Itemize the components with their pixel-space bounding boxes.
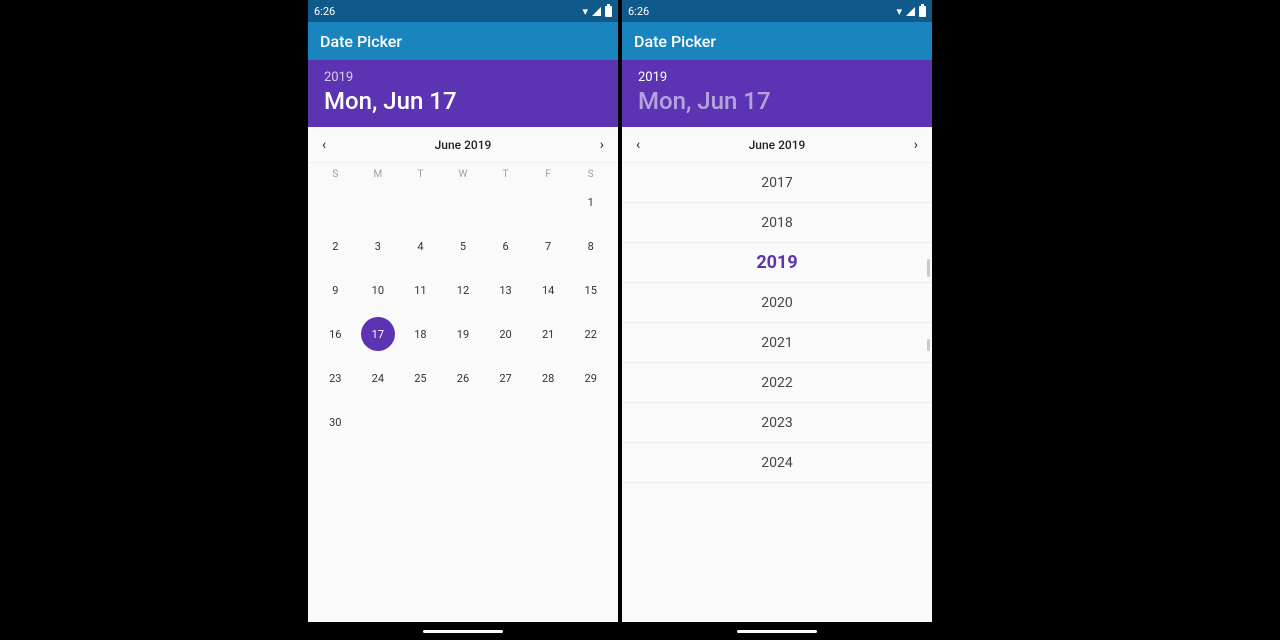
app-bar: Date Picker: [622, 22, 932, 60]
year-option[interactable]: 2017: [622, 163, 932, 203]
calendar-day[interactable]: 13: [484, 268, 527, 312]
calendar-day[interactable]: 10: [357, 268, 400, 312]
calendar-empty-cell: [357, 180, 400, 224]
next-month-button[interactable]: ›: [596, 134, 608, 156]
calendar-day[interactable]: 6: [484, 224, 527, 268]
dow-label: T: [399, 169, 442, 180]
scroll-indicator: [927, 339, 930, 351]
battery-icon: [919, 6, 926, 17]
status-icons: ▾: [896, 5, 926, 18]
calendar-day[interactable]: 18: [399, 312, 442, 356]
calendar-day[interactable]: 21: [527, 312, 570, 356]
prev-month-button[interactable]: ‹: [632, 134, 644, 156]
month-nav: ‹ June 2019 ›: [622, 127, 932, 163]
header-year[interactable]: 2019: [638, 70, 916, 85]
scroll-indicator: [927, 259, 930, 277]
month-label: June 2019: [435, 138, 492, 152]
calendar-empty-cell: [399, 180, 442, 224]
dow-label: S: [569, 169, 612, 180]
calendar-day[interactable]: 12: [442, 268, 485, 312]
signal-icon: [906, 7, 915, 16]
status-time: 6:26: [628, 5, 649, 18]
calendar-day[interactable]: 30: [314, 400, 357, 444]
nav-pill: [423, 630, 503, 633]
android-nav-bar: [622, 622, 932, 640]
calendar-day[interactable]: 1: [569, 180, 612, 224]
month-nav: ‹ June 2019 ›: [308, 127, 618, 163]
calendar-day[interactable]: 11: [399, 268, 442, 312]
year-option[interactable]: 2024: [622, 443, 932, 483]
header-year[interactable]: 2019: [324, 70, 602, 85]
calendar-day[interactable]: 14: [527, 268, 570, 312]
wifi-icon: ▾: [896, 5, 902, 18]
date-header: 2019 Mon, Jun 17: [308, 60, 618, 127]
header-date[interactable]: Mon, Jun 17: [638, 87, 916, 115]
dow-label: F: [527, 169, 570, 180]
date-header: 2019 Mon, Jun 17: [622, 60, 932, 127]
year-option[interactable]: 2020: [622, 283, 932, 323]
header-date[interactable]: Mon, Jun 17: [324, 87, 602, 115]
calendar-empty-cell: [314, 180, 357, 224]
app-bar: Date Picker: [308, 22, 618, 60]
phone-calendar-mode: 6:26 ▾ Date Picker 2019 Mon, Jun 17 ‹ Ju…: [308, 0, 618, 640]
calendar-day[interactable]: 20: [484, 312, 527, 356]
android-nav-bar: [308, 622, 618, 640]
day-of-week-row: SMTWTFS: [308, 163, 618, 180]
calendar-day[interactable]: 27: [484, 356, 527, 400]
calendar-day[interactable]: 28: [527, 356, 570, 400]
calendar-day[interactable]: 8: [569, 224, 612, 268]
year-list[interactable]: 20172018201920202021202220232024: [622, 163, 932, 622]
calendar-day[interactable]: 4: [399, 224, 442, 268]
calendar-empty-cell: [527, 180, 570, 224]
prev-month-button[interactable]: ‹: [318, 134, 330, 156]
status-time: 6:26: [314, 5, 335, 18]
year-option[interactable]: 2021: [622, 323, 932, 363]
calendar-grid: 1234567891011121314151617181920212223242…: [308, 180, 618, 444]
calendar-day[interactable]: 26: [442, 356, 485, 400]
next-month-button[interactable]: ›: [910, 134, 922, 156]
calendar-day[interactable]: 17: [357, 312, 400, 356]
dow-label: S: [314, 169, 357, 180]
calendar-day[interactable]: 29: [569, 356, 612, 400]
dow-label: M: [357, 169, 400, 180]
calendar-empty-cell: [484, 180, 527, 224]
nav-pill: [737, 630, 817, 633]
calendar-day[interactable]: 9: [314, 268, 357, 312]
calendar-empty-cell: [442, 180, 485, 224]
calendar-day[interactable]: 25: [399, 356, 442, 400]
dow-label: T: [484, 169, 527, 180]
year-option[interactable]: 2023: [622, 403, 932, 443]
dow-label: W: [442, 169, 485, 180]
app-title: Date Picker: [320, 32, 402, 51]
calendar-day[interactable]: 19: [442, 312, 485, 356]
calendar-day[interactable]: 23: [314, 356, 357, 400]
month-label: June 2019: [749, 138, 806, 152]
calendar-day[interactable]: 22: [569, 312, 612, 356]
calendar-day[interactable]: 3: [357, 224, 400, 268]
app-title: Date Picker: [634, 32, 716, 51]
calendar-day[interactable]: 5: [442, 224, 485, 268]
calendar-day[interactable]: 16: [314, 312, 357, 356]
signal-icon: [592, 7, 601, 16]
year-option[interactable]: 2019: [622, 243, 932, 283]
year-option[interactable]: 2022: [622, 363, 932, 403]
battery-icon: [605, 6, 612, 17]
wifi-icon: ▾: [582, 5, 588, 18]
status-bar: 6:26 ▾: [622, 0, 932, 22]
year-option[interactable]: 2018: [622, 203, 932, 243]
phone-year-mode: 6:26 ▾ Date Picker 2019 Mon, Jun 17 ‹ Ju…: [622, 0, 932, 640]
calendar-day[interactable]: 24: [357, 356, 400, 400]
calendar-day[interactable]: 2: [314, 224, 357, 268]
calendar-day[interactable]: 7: [527, 224, 570, 268]
status-bar: 6:26 ▾: [308, 0, 618, 22]
calendar-day[interactable]: 15: [569, 268, 612, 312]
status-icons: ▾: [582, 5, 612, 18]
